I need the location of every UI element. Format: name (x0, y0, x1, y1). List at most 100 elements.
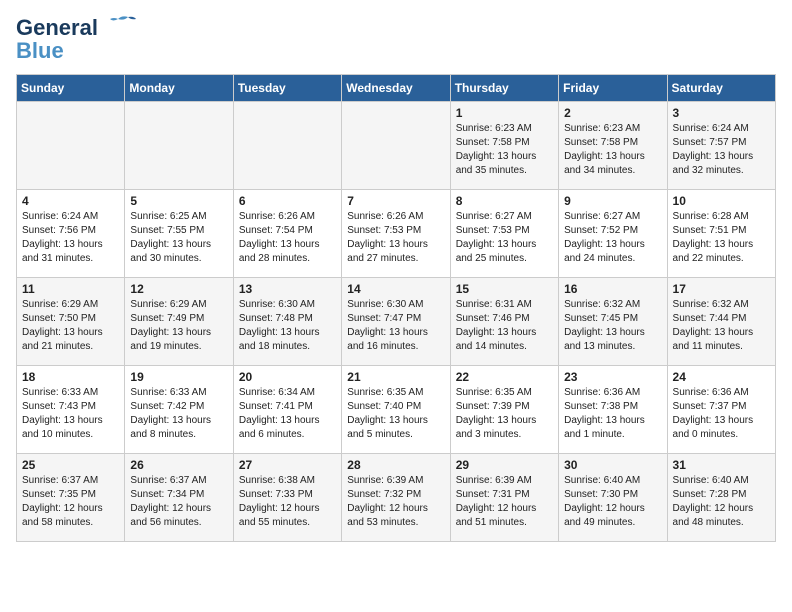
calendar-cell: 28 Sunrise: 6:39 AM Sunset: 7:32 PM Dayli… (342, 454, 450, 542)
cell-info: Sunrise: 6:23 AM Sunset: 7:58 PM Dayligh… (456, 122, 553, 178)
calendar-cell: 14Sunrise: 6:30 AM Sunset: 7:47 PM Dayli… (342, 278, 450, 366)
day-number: 10 (673, 194, 770, 208)
cell-info: Sunrise: 6:39 AM Sunset: 7:32 PM Dayligh… (347, 474, 444, 530)
logo-text-general: General (16, 15, 98, 40)
day-number: 19 (130, 370, 227, 384)
calendar-cell (125, 102, 233, 190)
cell-info: Sunrise: 6:36 AM Sunset: 7:37 PM Dayligh… (673, 386, 770, 442)
day-number: 11 (22, 282, 119, 296)
page-header: General Blue (16, 16, 776, 62)
calendar-cell: 2Sunrise: 6:23 AM Sunset: 7:58 PM Daylig… (559, 102, 667, 190)
calendar-cell: 24 Sunrise: 6:36 AM Sunset: 7:37 PM Dayli… (667, 366, 775, 454)
calendar-cell: 15 Sunrise: 6:31 AM Sunset: 7:46 PM Dayli… (450, 278, 558, 366)
calendar-cell: 6 Sunrise: 6:26 AM Sunset: 7:54 PM Daylig… (233, 190, 341, 278)
day-number: 26 (130, 458, 227, 472)
calendar-cell: 13Sunrise: 6:30 AM Sunset: 7:48 PM Dayli… (233, 278, 341, 366)
cell-info: Sunrise: 6:29 AM Sunset: 7:50 PM Dayligh… (22, 298, 119, 354)
logo-bird-icon (100, 15, 136, 37)
calendar-week-row: 11 Sunrise: 6:29 AM Sunset: 7:50 PM Dayli… (17, 278, 776, 366)
cell-info: Sunrise: 6:31 AM Sunset: 7:46 PM Dayligh… (456, 298, 553, 354)
cell-info: Sunrise: 6:33 AM Sunset: 7:43 PM Dayligh… (22, 386, 119, 442)
cell-info: Sunrise: 6:32 AM Sunset: 7:44 PM Dayligh… (673, 298, 770, 354)
day-number: 31 (673, 458, 770, 472)
day-number: 24 (673, 370, 770, 384)
cell-info: Sunrise: 6:30 AM Sunset: 7:48 PM Dayligh… (239, 298, 336, 354)
calendar-cell: 18 Sunrise: 6:33 AM Sunset: 7:43 PM Dayli… (17, 366, 125, 454)
calendar-cell: 26Sunrise: 6:37 AM Sunset: 7:34 PM Dayli… (125, 454, 233, 542)
calendar-cell: 27Sunrise: 6:38 AM Sunset: 7:33 PM Dayli… (233, 454, 341, 542)
day-number: 12 (130, 282, 227, 296)
day-number: 7 (347, 194, 444, 208)
day-number: 1 (456, 106, 553, 120)
cell-info: Sunrise: 6:33 AM Sunset: 7:42 PM Dayligh… (130, 386, 227, 442)
calendar-week-row: 4 Sunrise: 6:24 AM Sunset: 7:56 PM Daylig… (17, 190, 776, 278)
day-number: 25 (22, 458, 119, 472)
cell-info: Sunrise: 6:30 AM Sunset: 7:47 PM Dayligh… (347, 298, 444, 354)
day-number: 20 (239, 370, 336, 384)
logo: General Blue (16, 16, 136, 62)
cell-info: Sunrise: 6:35 AM Sunset: 7:40 PM Dayligh… (347, 386, 444, 442)
weekday-header-tuesday: Tuesday (233, 75, 341, 102)
calendar-cell: 25 Sunrise: 6:37 AM Sunset: 7:35 PM Dayli… (17, 454, 125, 542)
calendar-cell: 11 Sunrise: 6:29 AM Sunset: 7:50 PM Dayli… (17, 278, 125, 366)
calendar-header-row: SundayMondayTuesdayWednesdayThursdayFrid… (17, 75, 776, 102)
cell-info: Sunrise: 6:25 AM Sunset: 7:55 PM Dayligh… (130, 210, 227, 266)
cell-info: Sunrise: 6:35 AM Sunset: 7:39 PM Dayligh… (456, 386, 553, 442)
weekday-header-monday: Monday (125, 75, 233, 102)
calendar-cell (342, 102, 450, 190)
calendar-cell (17, 102, 125, 190)
calendar-cell: 22 Sunrise: 6:35 AM Sunset: 7:39 PM Dayli… (450, 366, 558, 454)
calendar-cell: 4 Sunrise: 6:24 AM Sunset: 7:56 PM Daylig… (17, 190, 125, 278)
calendar-cell: 3Sunrise: 6:24 AM Sunset: 7:57 PM Daylig… (667, 102, 775, 190)
cell-info: Sunrise: 6:36 AM Sunset: 7:38 PM Dayligh… (564, 386, 661, 442)
weekday-header-wednesday: Wednesday (342, 75, 450, 102)
calendar-cell (233, 102, 341, 190)
calendar-week-row: 25 Sunrise: 6:37 AM Sunset: 7:35 PM Dayli… (17, 454, 776, 542)
calendar-cell: 31 Sunrise: 6:40 AM Sunset: 7:28 PM Dayli… (667, 454, 775, 542)
weekday-header-sunday: Sunday (17, 75, 125, 102)
calendar-cell: 17 Sunrise: 6:32 AM Sunset: 7:44 PM Dayli… (667, 278, 775, 366)
cell-info: Sunrise: 6:29 AM Sunset: 7:49 PM Dayligh… (130, 298, 227, 354)
cell-info: Sunrise: 6:28 AM Sunset: 7:51 PM Dayligh… (673, 210, 770, 266)
cell-info: Sunrise: 6:27 AM Sunset: 7:53 PM Dayligh… (456, 210, 553, 266)
cell-info: Sunrise: 6:26 AM Sunset: 7:53 PM Dayligh… (347, 210, 444, 266)
weekday-header-saturday: Saturday (667, 75, 775, 102)
calendar-cell: 1 Sunrise: 6:23 AM Sunset: 7:58 PM Daylig… (450, 102, 558, 190)
weekday-header-friday: Friday (559, 75, 667, 102)
day-number: 22 (456, 370, 553, 384)
cell-info: Sunrise: 6:40 AM Sunset: 7:28 PM Dayligh… (673, 474, 770, 530)
cell-info: Sunrise: 6:27 AM Sunset: 7:52 PM Dayligh… (564, 210, 661, 266)
day-number: 4 (22, 194, 119, 208)
calendar-cell: 10 Sunrise: 6:28 AM Sunset: 7:51 PM Dayli… (667, 190, 775, 278)
day-number: 29 (456, 458, 553, 472)
cell-info: Sunrise: 6:34 AM Sunset: 7:41 PM Dayligh… (239, 386, 336, 442)
calendar-cell: 23 Sunrise: 6:36 AM Sunset: 7:38 PM Dayli… (559, 366, 667, 454)
day-number: 15 (456, 282, 553, 296)
cell-info: Sunrise: 6:39 AM Sunset: 7:31 PM Dayligh… (456, 474, 553, 530)
cell-info: Sunrise: 6:37 AM Sunset: 7:35 PM Dayligh… (22, 474, 119, 530)
calendar-cell: 12 Sunrise: 6:29 AM Sunset: 7:49 PM Dayli… (125, 278, 233, 366)
day-number: 21 (347, 370, 444, 384)
calendar-cell: 5 Sunrise: 6:25 AM Sunset: 7:55 PM Daylig… (125, 190, 233, 278)
calendar-cell: 16Sunrise: 6:32 AM Sunset: 7:45 PM Dayli… (559, 278, 667, 366)
day-number: 3 (673, 106, 770, 120)
day-number: 23 (564, 370, 661, 384)
calendar-cell: 7 Sunrise: 6:26 AM Sunset: 7:53 PM Daylig… (342, 190, 450, 278)
day-number: 6 (239, 194, 336, 208)
cell-info: Sunrise: 6:24 AM Sunset: 7:56 PM Dayligh… (22, 210, 119, 266)
cell-info: Sunrise: 6:32 AM Sunset: 7:45 PM Dayligh… (564, 298, 661, 354)
day-number: 9 (564, 194, 661, 208)
calendar-cell: 29 Sunrise: 6:39 AM Sunset: 7:31 PM Dayli… (450, 454, 558, 542)
day-number: 28 (347, 458, 444, 472)
calendar-body: 1 Sunrise: 6:23 AM Sunset: 7:58 PM Daylig… (17, 102, 776, 542)
cell-info: Sunrise: 6:23 AM Sunset: 7:58 PM Dayligh… (564, 122, 661, 178)
calendar-cell: 21 Sunrise: 6:35 AM Sunset: 7:40 PM Dayli… (342, 366, 450, 454)
calendar-cell: 20 Sunrise: 6:34 AM Sunset: 7:41 PM Dayli… (233, 366, 341, 454)
day-number: 5 (130, 194, 227, 208)
logo-text-blue: Blue (16, 40, 64, 62)
day-number: 17 (673, 282, 770, 296)
day-number: 30 (564, 458, 661, 472)
calendar-cell: 30Sunrise: 6:40 AM Sunset: 7:30 PM Dayli… (559, 454, 667, 542)
cell-info: Sunrise: 6:26 AM Sunset: 7:54 PM Dayligh… (239, 210, 336, 266)
day-number: 18 (22, 370, 119, 384)
